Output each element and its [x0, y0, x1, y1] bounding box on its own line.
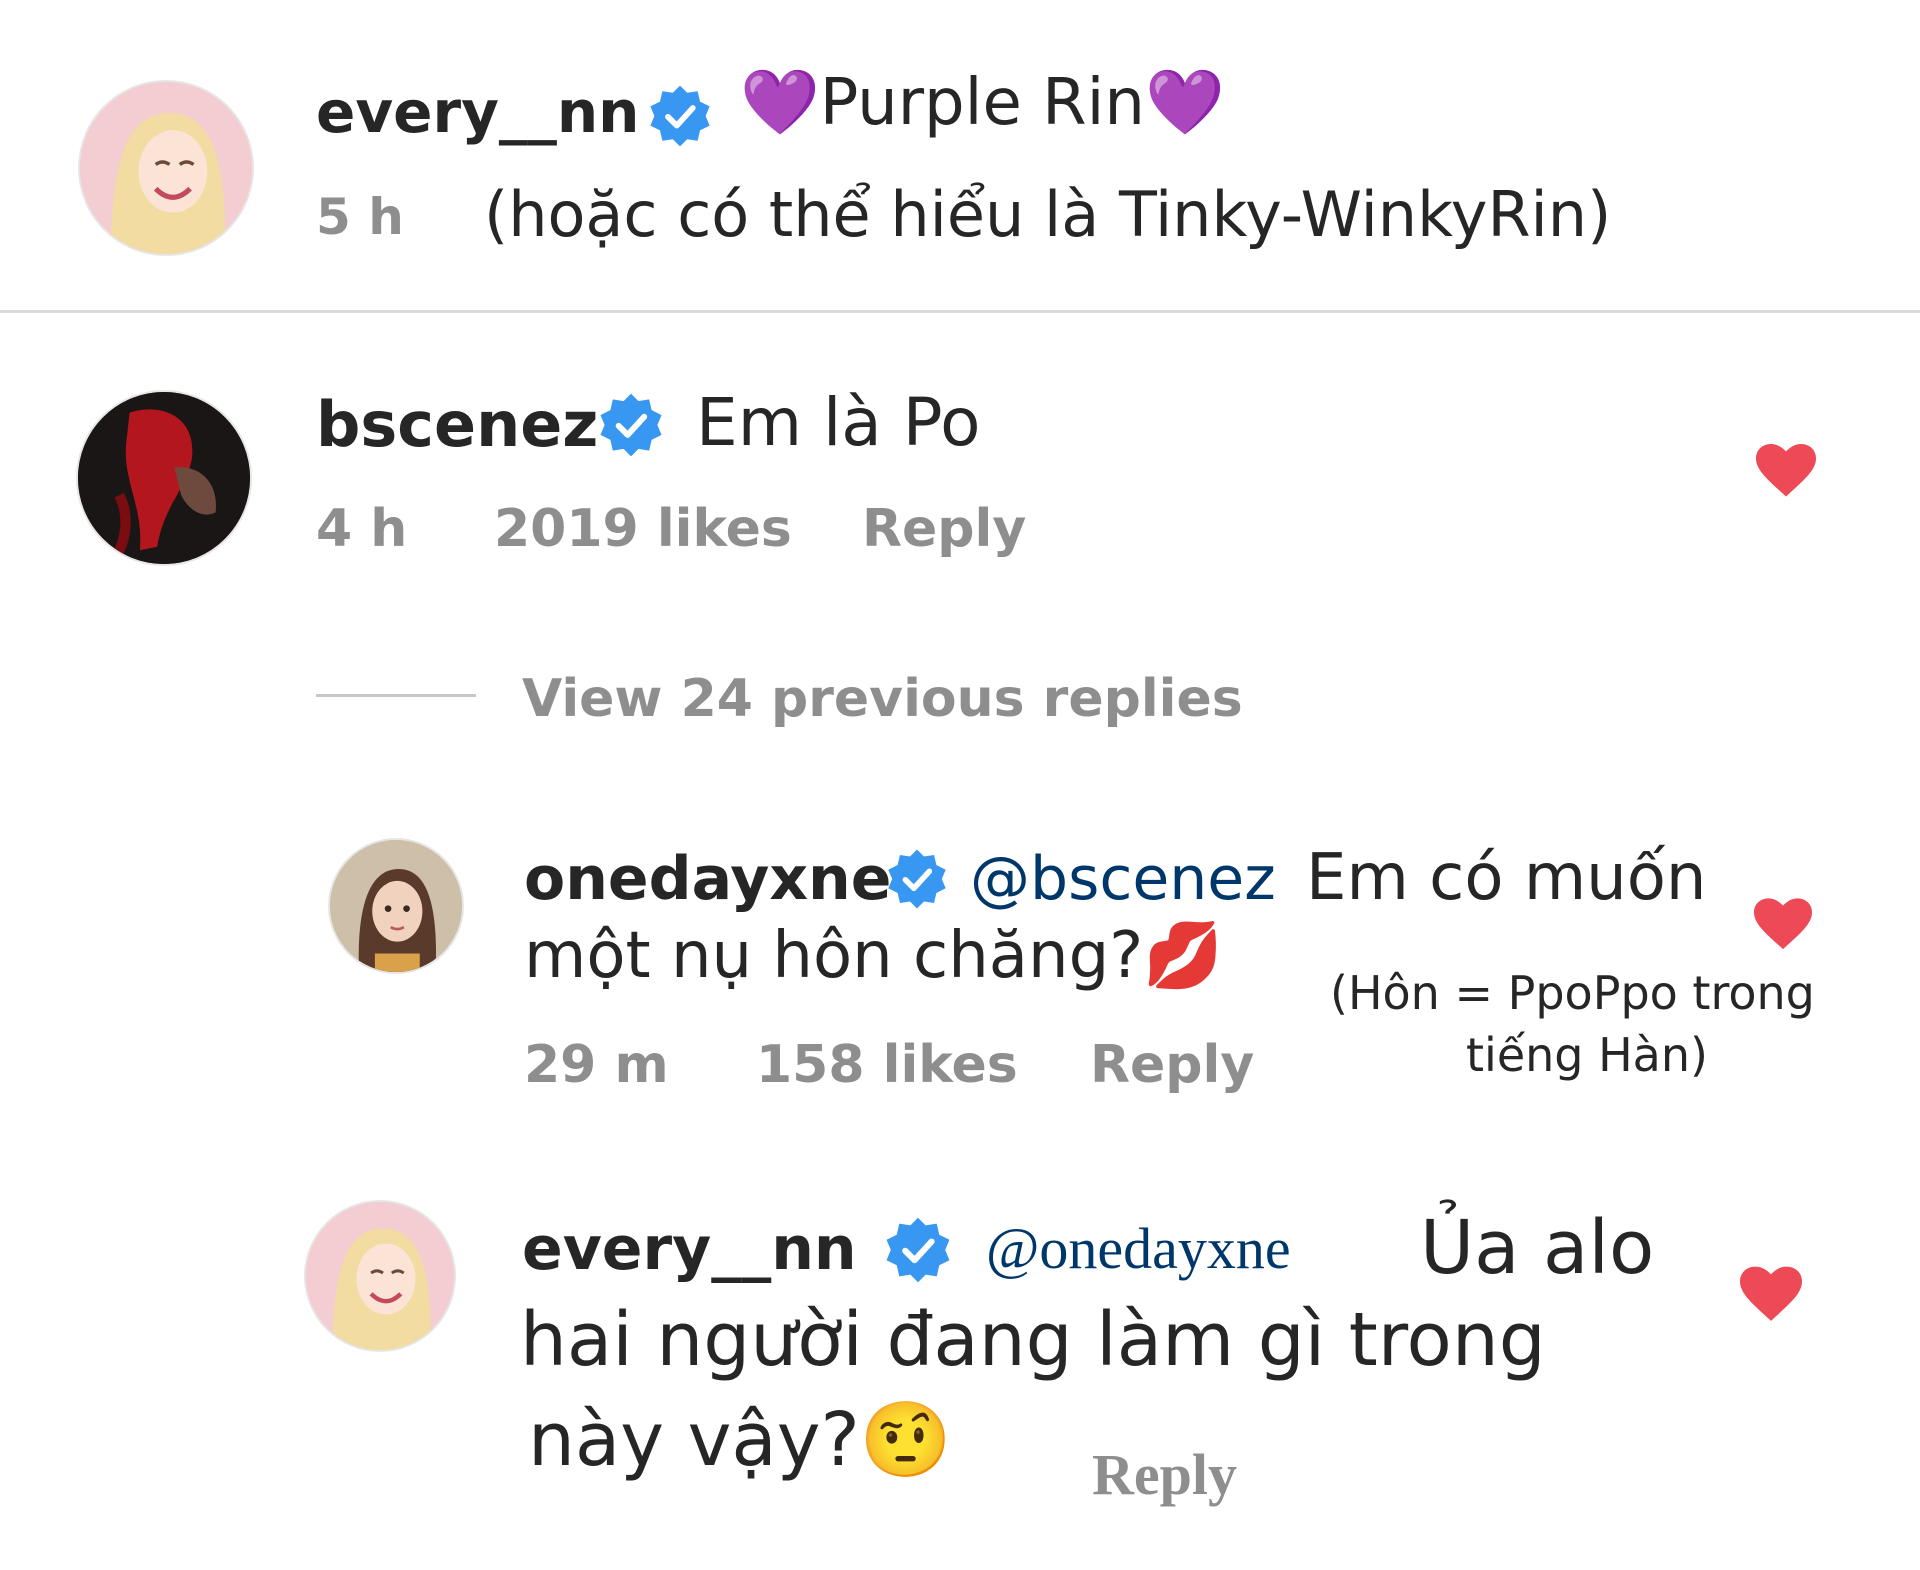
- comment-time: 5 h: [316, 188, 404, 246]
- reply-username[interactable]: every__nn: [522, 1208, 857, 1290]
- reply-text-line1: Em có muốn: [1306, 841, 1707, 915]
- section-divider: [0, 310, 1920, 313]
- translation-note: (hoặc có thể hiểu là Tinky-WinkyRin): [484, 178, 1612, 251]
- avatar-photo: [78, 392, 250, 564]
- avatar[interactable]: [328, 838, 464, 974]
- view-previous-replies-link[interactable]: View 24 previous replies: [522, 664, 1243, 734]
- heart-icon[interactable]: [1754, 898, 1812, 952]
- avatar-photo: [80, 82, 252, 254]
- reply-username[interactable]: onedayxne: [524, 838, 891, 920]
- translation-note-line2: tiếng Hàn): [1466, 1028, 1708, 1082]
- avatar-photo: [306, 1202, 454, 1350]
- verified-badge-icon: [650, 85, 710, 147]
- comment-username[interactable]: bscenez: [316, 382, 598, 468]
- comment-text: 💜Purple Rin💜: [740, 66, 1225, 140]
- reply-text-line3: này vậy?🤨: [528, 1397, 952, 1483]
- reply-button[interactable]: Reply: [1090, 1030, 1254, 1100]
- heart-icon[interactable]: [1740, 1266, 1802, 1324]
- reply-button[interactable]: Reply: [862, 494, 1026, 564]
- comment-time: 4 h: [316, 499, 408, 559]
- comment-likes[interactable]: 2019 likes: [494, 494, 792, 564]
- reply-button[interactable]: Reply: [1092, 1438, 1237, 1512]
- view-replies-line: [316, 694, 476, 697]
- reply-time: 29 m: [524, 1035, 669, 1095]
- mention-link[interactable]: @bscenez: [970, 838, 1276, 920]
- verified-badge-icon: [600, 393, 662, 457]
- reply-likes[interactable]: 158 likes: [756, 1030, 1018, 1100]
- translation-note-line1: (Hôn = PpoPpo trong: [1330, 966, 1815, 1020]
- comment-text: Em là Po: [696, 384, 981, 461]
- reply-text-line2: hai người đang làm gì trong: [520, 1297, 1546, 1383]
- verified-badge-icon: [888, 849, 946, 909]
- verified-badge-icon: [886, 1217, 950, 1283]
- heart-icon[interactable]: [1756, 444, 1816, 499]
- reply-text-line2: một nụ hôn chăng?💋: [524, 919, 1223, 993]
- avatar[interactable]: [304, 1200, 456, 1352]
- avatar-photo: [330, 840, 462, 972]
- comment-username[interactable]: every__nn: [316, 72, 639, 152]
- mention-link[interactable]: @onedayxne: [986, 1208, 1291, 1290]
- reply-text-line1: Ủa alo: [1420, 1205, 1655, 1291]
- avatar[interactable]: [76, 390, 252, 566]
- avatar[interactable]: [78, 80, 254, 256]
